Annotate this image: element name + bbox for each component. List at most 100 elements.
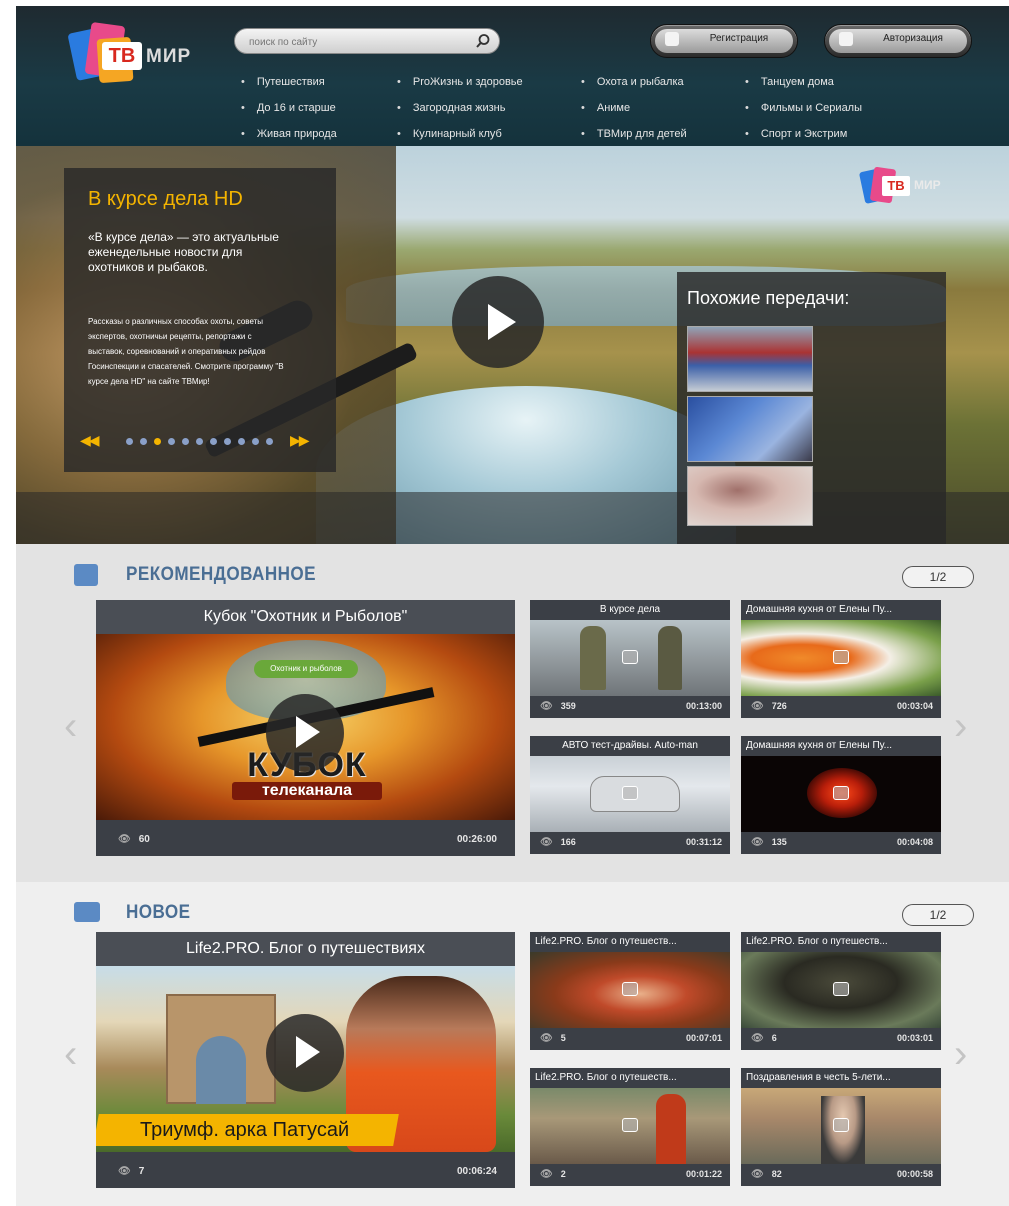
slide-dot[interactable] <box>140 438 147 445</box>
video-thumbnail[interactable] <box>741 756 941 832</box>
video-card[interactable]: Домашняя кухня от Елены Пу... 726 00:03:… <box>741 600 941 718</box>
video-title: Домашняя кухня от Елены Пу... <box>746 604 893 615</box>
nav-item[interactable]: Спорт и Экстрим <box>745 128 847 140</box>
featured-video-card[interactable]: Life2.PRO. Блог о путешествиях Триумф. а… <box>96 932 515 1188</box>
video-thumbnail[interactable] <box>530 952 730 1028</box>
duration: 00:26:00 <box>456 834 497 845</box>
video-play-icon[interactable] <box>266 1014 344 1092</box>
video-card[interactable]: АВТО тест-драйвы. Auto-man 166 00:31:12 <box>530 736 730 854</box>
video-thumbnail[interactable] <box>741 952 941 1028</box>
video-thumbnail[interactable]: Триумф. арка Патусай <box>96 966 515 1152</box>
video-thumbnail[interactable] <box>530 1088 730 1164</box>
play-button[interactable] <box>452 276 544 368</box>
video-card[interactable]: Life2.PRO. Блог о путешеств... 2 00:01:2… <box>530 1068 730 1186</box>
video-banner: Триумф. арка Патусай <box>96 1114 399 1146</box>
mini-play-icon <box>833 786 849 800</box>
search-input[interactable] <box>249 33 469 51</box>
duration: 00:00:58 <box>896 1169 933 1179</box>
section-title: НОВОЕ <box>126 902 191 923</box>
video-thumbnail[interactable] <box>530 756 730 832</box>
video-thumbnail[interactable]: Охотник и рыболов КУБОК телеканала <box>96 634 515 820</box>
nav-item[interactable]: Кулинарный клуб <box>397 128 502 140</box>
video-thumbnail[interactable] <box>741 620 941 696</box>
page: ТВ МИР Регистрация Авторизация Путешеств… <box>16 6 1009 1206</box>
similar-thumb[interactable] <box>687 396 813 462</box>
new-section: НОВОЕ 1/2 ‹ › Life2.PRO. Блог о путешест… <box>16 882 1009 1206</box>
mini-play-icon <box>833 1118 849 1132</box>
show-description: Рассказы о различных способах охоты, сов… <box>88 317 284 386</box>
slide-dot[interactable] <box>266 438 273 445</box>
nav-item[interactable]: Путешествия <box>241 76 325 88</box>
carousel-next-icon[interactable]: › <box>954 1032 967 1077</box>
hero-player[interactable]: В курсе дела HD «В курсе дела» — это акт… <box>16 146 1009 544</box>
nav-item[interactable]: Фильмы и Сериалы <box>745 102 862 114</box>
video-title: АВТО тест-драйвы. Auto-man <box>562 740 698 751</box>
carousel-prev-icon[interactable]: ‹ <box>64 1032 77 1077</box>
nav-item[interactable]: Загородная жизнь <box>397 102 506 114</box>
next-slide-icon[interactable]: ▶▶ <box>290 432 309 449</box>
login-label: Авторизация <box>883 33 943 44</box>
pager[interactable]: 1/2 <box>902 904 974 926</box>
nav-item[interactable]: Аниме <box>581 102 630 114</box>
video-stats: 6 00:03:01 <box>741 1028 941 1050</box>
video-card[interactable]: Life2.PRO. Блог о путешеств... 5 00:07:0… <box>530 932 730 1050</box>
similar-thumb[interactable] <box>687 466 813 526</box>
slide-dot[interactable] <box>168 438 175 445</box>
channel-watermark: ТВ МИР <box>858 166 962 208</box>
carousel-next-icon[interactable]: › <box>954 704 967 749</box>
duration: 00:13:00 <box>685 701 722 711</box>
arch-opening-shape <box>196 1036 246 1104</box>
pager[interactable]: 1/2 <box>902 566 974 588</box>
slide-dot[interactable] <box>238 438 245 445</box>
similar-shows-panel: Похожие передачи: <box>677 272 946 544</box>
video-stats: 2 00:01:22 <box>530 1164 730 1186</box>
video-play-icon[interactable] <box>266 694 344 772</box>
logo-mir-text: МИР <box>146 46 192 67</box>
nav-item[interactable]: Живая природа <box>241 128 337 140</box>
login-icon <box>839 32 853 46</box>
nav-item[interactable]: ProЖизнь и здоровье <box>397 76 523 88</box>
slide-dot[interactable] <box>224 438 231 445</box>
video-title: В курсе дела <box>599 604 661 615</box>
slide-dot[interactable] <box>252 438 259 445</box>
view-count: 135 <box>751 837 787 848</box>
slide-dot[interactable] <box>126 438 133 445</box>
video-title: Поздравления в честь 5-лети... <box>746 1072 891 1083</box>
slide-dot[interactable] <box>210 438 217 445</box>
video-card[interactable]: В курсе дела 359 00:13:00 <box>530 600 730 718</box>
nav-item[interactable]: Охота и рыбалка <box>581 76 684 88</box>
video-thumbnail[interactable] <box>530 620 730 696</box>
video-card[interactable]: Домашняя кухня от Елены Пу... 135 00:04:… <box>741 736 941 854</box>
slide-dot[interactable] <box>182 438 189 445</box>
view-count: 359 <box>540 701 576 712</box>
video-card[interactable]: Поздравления в честь 5-лети... 82 00:00:… <box>741 1068 941 1186</box>
video-thumbnail[interactable] <box>741 1088 941 1164</box>
duration: 00:06:24 <box>456 1166 497 1177</box>
watermark-tv-text: ТВ <box>882 176 910 196</box>
view-count: 6 <box>751 1033 777 1044</box>
show-title[interactable]: В курсе дела HD <box>88 188 243 211</box>
nav-item[interactable]: ТВМир для детей <box>581 128 687 140</box>
duration: 00:03:01 <box>896 1033 933 1043</box>
overlay-text-sub: телеканала <box>232 782 382 800</box>
nav-item[interactable]: До 16 и старше <box>241 102 336 114</box>
mini-play-icon <box>833 650 849 664</box>
similar-thumb[interactable] <box>687 326 813 392</box>
video-stats: 359 00:13:00 <box>530 696 730 718</box>
carousel-prev-icon[interactable]: ‹ <box>64 704 77 749</box>
slide-dot[interactable] <box>154 438 161 445</box>
site-logo[interactable]: ТВ МИР <box>67 20 208 88</box>
featured-video-card[interactable]: Кубок "Охотник и Рыболов" Охотник и рыбо… <box>96 600 515 856</box>
login-button[interactable]: Авторизация <box>824 24 972 58</box>
duration: 00:03:04 <box>896 701 933 711</box>
video-card[interactable]: Life2.PRO. Блог о путешеств... 6 00:03:0… <box>741 932 941 1050</box>
prev-slide-icon[interactable]: ◀◀ <box>80 432 99 449</box>
nav-item[interactable]: Танцуем дома <box>745 76 834 88</box>
search-icon[interactable] <box>475 33 491 49</box>
video-stats: 166 00:31:12 <box>530 832 730 854</box>
view-count: 2 <box>540 1169 566 1180</box>
watermark-mir-text: МИР <box>914 178 941 192</box>
slide-dot[interactable] <box>196 438 203 445</box>
view-count: 5 <box>540 1033 566 1044</box>
register-button[interactable]: Регистрация <box>650 24 798 58</box>
